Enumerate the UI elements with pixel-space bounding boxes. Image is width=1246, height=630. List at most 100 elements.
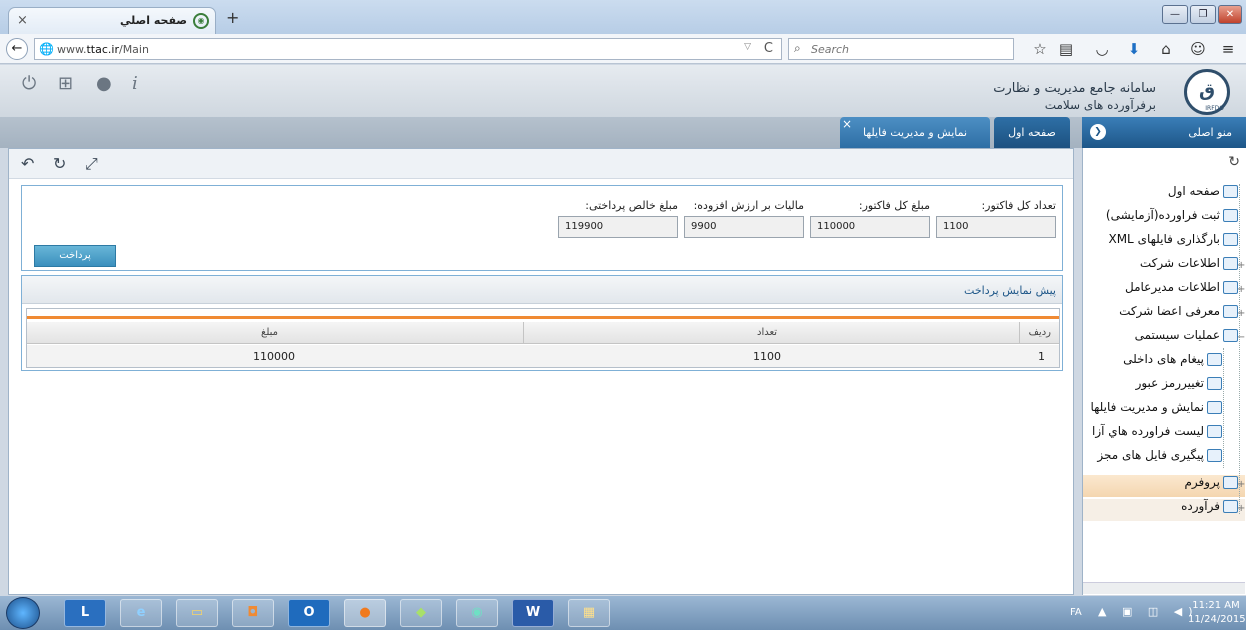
expand-icon[interactable]: + bbox=[1237, 284, 1245, 295]
sidebar-item-track-files[interactable]: پیگیری فایل های مجز bbox=[1097, 448, 1222, 472]
window-minimize-button[interactable]: — bbox=[1162, 5, 1188, 24]
clock-date: 11/24/2015 bbox=[1188, 614, 1246, 625]
browser-tab-strip: ◉ صفحه اصلي × + — ❐ ✕ bbox=[0, 0, 1246, 34]
sidebar-item-label: اطلاعات شرکت bbox=[1139, 256, 1220, 270]
user-icon[interactable]: ● bbox=[96, 73, 112, 94]
main-panel: ↶ ↻ ⤢ تعداد کل فاکتور: 1100 مبلغ کل فاکت… bbox=[8, 148, 1074, 595]
start-button[interactable] bbox=[6, 597, 40, 629]
tab-home[interactable]: صفحه اول bbox=[994, 117, 1070, 148]
home-icon[interactable]: ⌂ bbox=[1154, 39, 1178, 59]
sidebar-item-file-management[interactable]: نمایش و مدیریت فایلها bbox=[1090, 400, 1222, 424]
collapse-icon[interactable]: − bbox=[1237, 332, 1245, 343]
system-tray-icons[interactable]: ▲ ▣ ◫ ◀) bbox=[1098, 605, 1199, 618]
search-input[interactable] bbox=[809, 40, 1009, 58]
bookmarks-list-icon[interactable]: ▤ bbox=[1054, 39, 1078, 59]
document-icon bbox=[1223, 257, 1238, 270]
sidebar-item-company-info[interactable]: اطلاعات شرکت bbox=[1140, 256, 1238, 280]
menu-icon[interactable]: ≡ bbox=[1216, 39, 1240, 59]
lync-app-icon[interactable]: L bbox=[64, 599, 106, 627]
document-icon bbox=[1223, 281, 1238, 294]
invoice-summary: تعداد کل فاکتور: 1100 مبلغ کل فاکتور: 11… bbox=[21, 185, 1063, 271]
word-icon[interactable]: W bbox=[512, 599, 554, 627]
document-icon bbox=[1207, 377, 1222, 390]
back-arrow-icon[interactable]: ← bbox=[6, 38, 28, 60]
sidebar-item-product-list[interactable]: لیست فراورده هاي آزا bbox=[1092, 424, 1222, 448]
sidebar-item-label: تغییررمز عبور bbox=[1135, 376, 1204, 390]
power-icon[interactable]: ⏻ bbox=[22, 73, 36, 94]
firefox-icon[interactable]: ● bbox=[344, 599, 386, 627]
sidebar-item-product[interactable]: فرآورده bbox=[1181, 499, 1238, 523]
tab-close-icon[interactable]: × bbox=[842, 117, 852, 131]
info-icon[interactable]: i bbox=[132, 73, 138, 94]
bookmark-star-icon[interactable]: ☆ bbox=[1028, 39, 1052, 59]
browser-tab[interactable]: ◉ صفحه اصلي × bbox=[8, 7, 216, 34]
media-player-icon[interactable]: ◘ bbox=[232, 599, 274, 627]
download-icon[interactable]: ⬇ bbox=[1122, 39, 1146, 59]
window-close-button[interactable]: ✕ bbox=[1218, 5, 1242, 24]
sidebar-horizontal-scrollbar[interactable] bbox=[1083, 582, 1245, 594]
folder-app-icon[interactable]: ◆ bbox=[400, 599, 442, 627]
column-header-row[interactable]: ردیف bbox=[1029, 327, 1051, 338]
refresh-icon[interactable]: ↻ bbox=[53, 154, 66, 173]
document-icon bbox=[1207, 425, 1222, 438]
tab-close-icon[interactable]: × bbox=[17, 13, 28, 28]
table-row[interactable]: 1 1100 110000 bbox=[27, 345, 1059, 367]
panel-toolbar: ↶ ↻ ⤢ bbox=[9, 149, 1073, 179]
url-text[interactable]: www.ttac.ir/Main bbox=[57, 43, 149, 56]
new-tab-button[interactable]: + bbox=[226, 8, 239, 27]
refresh-icon[interactable]: ↻ bbox=[1228, 154, 1240, 170]
browser-app-icon[interactable]: ◉ bbox=[456, 599, 498, 627]
sidebar-item-change-password[interactable]: تغییررمز عبور bbox=[1136, 376, 1222, 400]
net-amount-label: مبلغ خالص پرداختی: bbox=[585, 199, 678, 212]
tree-connector bbox=[1223, 348, 1224, 468]
expand-icon[interactable]: + bbox=[1237, 479, 1245, 490]
tab-file-management[interactable]: نمایش و مدیریت فایلها bbox=[840, 117, 990, 148]
sidebar-item-company-members[interactable]: معرفی اعضا شرکت bbox=[1119, 304, 1238, 328]
document-icon bbox=[1223, 329, 1238, 342]
file-explorer-icon[interactable]: ▭ bbox=[176, 599, 218, 627]
outlook-icon[interactable]: O bbox=[288, 599, 330, 627]
fullscreen-icon[interactable]: ⤢ bbox=[85, 154, 98, 174]
layout-icon[interactable]: ⊞ bbox=[58, 73, 73, 94]
column-header-count[interactable]: تعداد bbox=[757, 327, 777, 338]
app-title: سامانه جامع مدیریت و نظارت bbox=[993, 81, 1156, 96]
pay-button[interactable]: پرداخت bbox=[34, 245, 116, 267]
sidebar-collapse-icon[interactable]: ❯ bbox=[1090, 124, 1106, 140]
sidebar-item-label: پروفرم bbox=[1184, 475, 1220, 489]
pocket-icon[interactable]: ◡ bbox=[1090, 39, 1114, 59]
column-header-amount[interactable]: مبلغ bbox=[261, 327, 278, 338]
expand-icon[interactable]: + bbox=[1237, 308, 1245, 319]
search-bar[interactable]: ⌕ bbox=[788, 38, 1014, 60]
sidebar-item-label: عملیات سیستمی bbox=[1134, 328, 1220, 342]
expand-icon[interactable]: + bbox=[1237, 503, 1245, 514]
url-dropdown-icon[interactable]: ▽ bbox=[744, 42, 751, 52]
sidebar-menu: ↻ صفحه اول ثبت فراورده(آزمایشی) بارگذاری… bbox=[1082, 148, 1246, 595]
url-bar[interactable]: 🌐 www.ttac.ir/Main ▽ C bbox=[34, 38, 782, 60]
app-header: ⏻ ⊞ ● i سامانه جامع مدیریت و نظارت برفرآ… bbox=[0, 65, 1246, 117]
sidebar-item-ceo-info[interactable]: اطلاعات مدیرعامل bbox=[1125, 280, 1238, 304]
sidebar-item-internal-messages[interactable]: پیغام های داخلی bbox=[1123, 352, 1222, 376]
globe-icon: 🌐 bbox=[39, 42, 54, 56]
sidebar-item-home[interactable]: صفحه اول bbox=[1168, 184, 1238, 208]
tree-connector bbox=[1239, 184, 1240, 514]
sidebar-item-label: معرفی اعضا شرکت bbox=[1119, 304, 1220, 318]
sidebar-item-system-operations[interactable]: عملیات سیستمی bbox=[1135, 328, 1238, 352]
document-icon bbox=[1223, 476, 1238, 489]
window-restore-button[interactable]: ❐ bbox=[1190, 5, 1216, 24]
column-divider bbox=[1019, 322, 1020, 344]
reload-icon[interactable]: C bbox=[764, 41, 773, 56]
undo-icon[interactable]: ↶ bbox=[21, 154, 34, 173]
sidebar-item-upload-xml[interactable]: بارگذاری فایلهای XML bbox=[1108, 232, 1238, 256]
sidebar-item-register-product[interactable]: ثبت فراورده(آزمایشی) bbox=[1106, 208, 1238, 232]
sidebar-item-label: پیغام های داخلی bbox=[1123, 352, 1204, 366]
language-indicator[interactable]: FA bbox=[1070, 607, 1082, 618]
chat-icon[interactable]: ☺ bbox=[1186, 39, 1210, 59]
system-clock[interactable]: 11:21 AM 11/24/2015 bbox=[1188, 599, 1246, 627]
app-tab-bar: نمایش و مدیریت فایلها × صفحه اول bbox=[0, 117, 1246, 148]
site-favicon-icon: ◉ bbox=[193, 13, 209, 29]
sidebar-item-proforma[interactable]: پروفرم bbox=[1184, 475, 1238, 499]
tool-app-icon[interactable]: ▦ bbox=[568, 599, 610, 627]
column-divider bbox=[523, 322, 524, 344]
internet-explorer-icon[interactable]: e bbox=[120, 599, 162, 627]
expand-icon[interactable]: + bbox=[1237, 260, 1245, 271]
